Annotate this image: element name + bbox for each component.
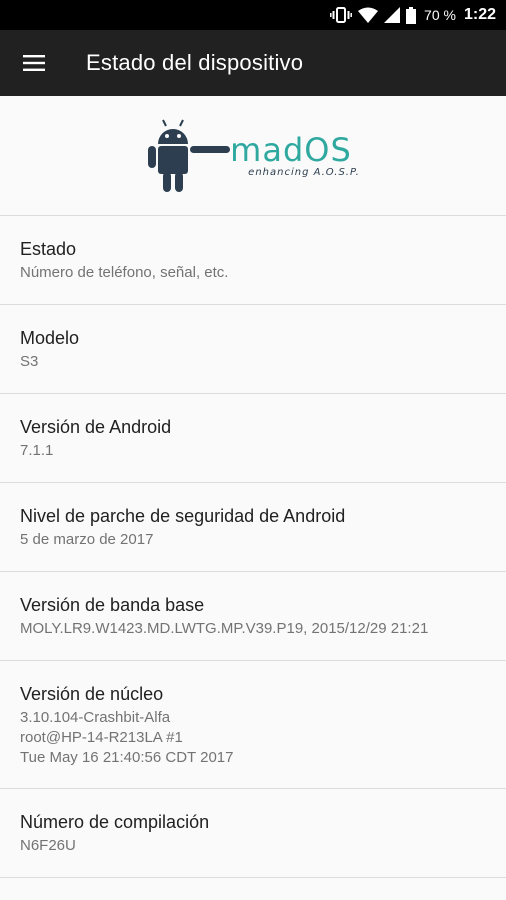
vibrate-icon xyxy=(330,6,352,24)
item-summary: MOLY.LR9.W1423.MD.LWTG.MP.V39.P19, 2015/… xyxy=(20,620,429,637)
wifi-icon xyxy=(358,7,379,23)
item-summary-line: Tue May 16 21:40:56 CDT 2017 xyxy=(20,748,234,766)
battery-percent: 70 % xyxy=(424,7,456,23)
navigation-menu-button[interactable] xyxy=(0,30,68,96)
item-summary: N6F26U xyxy=(20,837,76,854)
list-item-security-patch[interactable]: Nivel de parche de seguridad de Android … xyxy=(0,483,506,572)
settings-list: madOS enhancing A.O.S.P. Estado Número d… xyxy=(0,96,506,878)
hamburger-menu-icon xyxy=(23,55,45,71)
item-title: Versión de núcleo xyxy=(20,683,164,704)
item-title: Nivel de parche de seguridad de Android xyxy=(20,506,346,526)
item-title: Número de compilación xyxy=(20,812,210,832)
item-title: Versión de banda base xyxy=(20,595,205,615)
item-summary: Número de teléfono, señal, etc. xyxy=(20,264,229,281)
list-item-build-number[interactable]: Número de compilación N6F26U xyxy=(0,789,506,878)
mados-logo: madOS enhancing A.O.S.P. xyxy=(146,118,360,194)
item-summary: S3 xyxy=(20,353,39,370)
list-item-estado[interactable]: Estado Número de teléfono, señal, etc. xyxy=(0,216,506,305)
page-title: Estado del dispositivo xyxy=(86,50,304,75)
item-summary: 7.1.1 xyxy=(20,442,54,459)
logo-area: madOS enhancing A.O.S.P. xyxy=(0,96,506,216)
cell-signal-icon xyxy=(384,7,401,23)
app-bar: Estado del dispositivo xyxy=(0,30,506,96)
item-summary-line: 3.10.104-Crashbit-Alfa xyxy=(20,708,171,726)
android-robot-icon xyxy=(148,119,231,192)
clock: 1:22 xyxy=(463,6,496,23)
list-item-baseband-version[interactable]: Versión de banda base MOLY.LR9.W1423.MD.… xyxy=(0,572,506,661)
list-item-modelo[interactable]: Modelo S3 xyxy=(0,305,506,394)
status-bar: 70 % 1:22 xyxy=(0,0,506,30)
item-title: Modelo xyxy=(20,328,80,348)
item-title: Versión de Android xyxy=(20,417,172,437)
logo-tagline: enhancing A.O.S.P. xyxy=(248,167,360,178)
item-summary-line: root@HP-14-R213LA #1 xyxy=(20,728,183,746)
list-item-android-version[interactable]: Versión de Android 7.1.1 xyxy=(0,394,506,483)
list-item-kernel-version[interactable]: Versión de núcleo 3.10.104-Crashbit-Alfa… xyxy=(0,661,506,789)
logo-wordmark: madOS xyxy=(230,131,352,169)
item-title: Estado xyxy=(20,239,77,259)
battery-icon xyxy=(406,6,417,24)
item-summary: 5 de marzo de 2017 xyxy=(20,531,154,548)
